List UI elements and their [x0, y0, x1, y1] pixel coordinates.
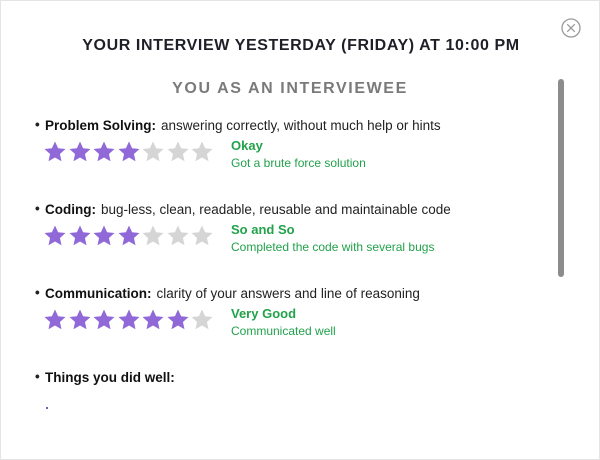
criterion-problem-solving: • Problem Solving: answering correctly, wi…	[35, 117, 555, 178]
star-filled-icon[interactable]	[68, 308, 92, 332]
things-did-well-heading: • Things you did well:	[35, 369, 535, 386]
rating-comment: Got a brute force solution	[231, 156, 366, 170]
feedback-modal: YOUR INTERVIEW YESTERDAY (FRIDAY) AT 10:…	[0, 0, 600, 460]
star-empty-icon[interactable]	[141, 140, 165, 164]
star-empty-icon[interactable]	[190, 224, 214, 248]
list-bullet-dot	[46, 407, 48, 409]
star-filled-icon[interactable]	[141, 308, 165, 332]
things-did-well-label: Things you did well:	[45, 370, 175, 385]
rating-comment: Completed the code with several bugs	[231, 240, 435, 254]
star-filled-icon[interactable]	[43, 140, 67, 164]
rating-text: So and So Completed the code with severa…	[231, 222, 434, 255]
star-filled-icon[interactable]	[117, 308, 141, 332]
star-filled-icon[interactable]	[68, 224, 92, 248]
star-filled-icon[interactable]	[68, 140, 92, 164]
rating-label: Okay	[231, 138, 263, 153]
criterion-name: Coding:	[45, 202, 96, 217]
star-filled-icon[interactable]	[166, 308, 190, 332]
close-icon[interactable]	[561, 18, 581, 38]
criterion-name: Communication:	[45, 286, 152, 301]
star-filled-icon[interactable]	[92, 140, 116, 164]
star-empty-icon[interactable]	[141, 224, 165, 248]
star-rating[interactable]	[43, 308, 215, 334]
bullet-dot: •	[35, 201, 40, 216]
criterion-heading: • Communication: clarity of your answers a…	[35, 285, 555, 302]
rating-label: Very Good	[231, 306, 297, 321]
bullet-dot: •	[35, 285, 40, 300]
criterion-heading: • Problem Solving: answering correctly, wi…	[35, 117, 555, 134]
rating-text: Very Good Communicated well	[231, 306, 336, 339]
star-empty-icon[interactable]	[190, 140, 214, 164]
star-filled-icon[interactable]	[43, 308, 67, 332]
star-filled-icon[interactable]	[43, 224, 67, 248]
star-filled-icon[interactable]	[92, 224, 116, 248]
criterion-description: answering correctly, without much help o…	[161, 118, 441, 133]
criterion-description: bug-less, clean, readable, reusable and …	[100, 202, 451, 217]
star-filled-icon[interactable]	[117, 140, 141, 164]
criterion-rating-row: So and So Completed the code with severa…	[35, 222, 555, 262]
criterion-communication: • Communication: clarity of your answers a…	[35, 285, 555, 346]
criterion-rating-row: Very Good Communicated well	[35, 306, 555, 346]
criterion-description: clarity of your answers and line of reas…	[156, 286, 420, 301]
star-rating[interactable]	[43, 140, 215, 166]
rating-comment: Communicated well	[231, 324, 336, 338]
modal-title: YOUR INTERVIEW YESTERDAY (FRIDAY) AT 10:…	[82, 37, 520, 54]
star-empty-icon[interactable]	[190, 308, 214, 332]
scrollbar-thumb[interactable]	[558, 79, 564, 277]
criterion-rating-row: Okay Got a brute force solution	[35, 138, 555, 178]
criterion-coding: • Coding: bug-less, clean, readable, reusa…	[35, 201, 555, 262]
rating-text: Okay Got a brute force solution	[231, 138, 366, 171]
star-filled-icon[interactable]	[92, 308, 116, 332]
star-empty-icon[interactable]	[166, 224, 190, 248]
criterion-heading: • Coding: bug-less, clean, readable, reusa…	[35, 201, 555, 218]
bullet-dot: •	[35, 369, 40, 384]
star-rating[interactable]	[43, 224, 215, 250]
rating-label: So and So	[231, 222, 295, 237]
star-filled-icon[interactable]	[117, 224, 141, 248]
things-did-well: • Things you did well:	[35, 369, 535, 386]
criterion-name: Problem Solving:	[45, 118, 157, 133]
section-title: YOU AS AN INTERVIEWEE	[172, 80, 408, 97]
bullet-dot: •	[35, 117, 40, 132]
star-empty-icon[interactable]	[166, 140, 190, 164]
